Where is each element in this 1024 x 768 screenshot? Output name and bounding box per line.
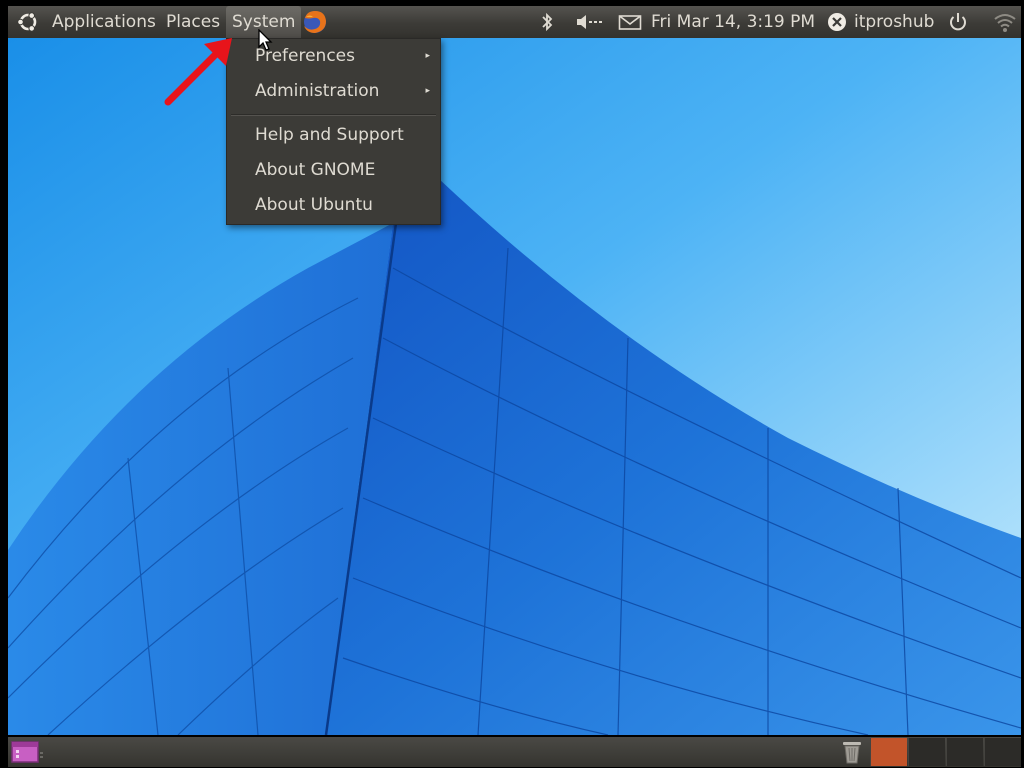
submenu-arrow-icon: ▸ bbox=[425, 86, 430, 96]
menu-item-about-ubuntu[interactable]: About Ubuntu bbox=[227, 188, 440, 222]
menu-item-label: About Ubuntu bbox=[255, 195, 373, 215]
applications-menu[interactable]: Applications bbox=[52, 6, 156, 38]
wallpaper-image bbox=[8, 38, 1021, 735]
annotation-arrow-icon bbox=[164, 38, 232, 106]
workspace-3[interactable] bbox=[946, 738, 983, 766]
bottom-panel bbox=[8, 737, 1021, 767]
clock[interactable]: Fri Mar 14, 3:19 PM bbox=[651, 6, 815, 38]
show-desktop-icon[interactable] bbox=[10, 740, 44, 768]
ubuntu-logo-icon[interactable] bbox=[16, 11, 40, 33]
system-dropdown-menu: Preferences ▸ Administration ▸ Help and … bbox=[226, 38, 441, 225]
volume-icon[interactable] bbox=[575, 11, 605, 33]
screen: Applications Places System Fri Mar 14, 3… bbox=[0, 0, 1024, 768]
submenu-arrow-icon: ▸ bbox=[425, 51, 430, 61]
mouse-pointer-icon bbox=[258, 29, 273, 51]
bluetooth-icon[interactable] bbox=[540, 11, 554, 33]
power-icon[interactable] bbox=[947, 11, 969, 33]
menu-item-label: About GNOME bbox=[255, 160, 376, 180]
menu-separator bbox=[231, 114, 436, 116]
workspace-1[interactable] bbox=[870, 738, 907, 766]
username-label[interactable]: itproshub bbox=[854, 6, 934, 38]
wifi-icon[interactable] bbox=[992, 11, 1018, 33]
desktop-wallpaper[interactable] bbox=[8, 38, 1021, 735]
workspace-4[interactable] bbox=[984, 738, 1021, 766]
workspace-2[interactable] bbox=[908, 738, 945, 766]
menu-item-label: Help and Support bbox=[255, 125, 404, 145]
firefox-icon[interactable] bbox=[301, 9, 329, 33]
trash-icon[interactable] bbox=[840, 739, 864, 768]
menu-item-label: Administration bbox=[255, 81, 380, 101]
menu-item-help-and-support[interactable]: Help and Support bbox=[227, 118, 440, 152]
mail-icon[interactable] bbox=[618, 11, 642, 33]
menu-item-about-gnome[interactable]: About GNOME bbox=[227, 153, 440, 187]
menu-item-administration[interactable]: Administration ▸ bbox=[227, 74, 440, 108]
user-status-icon[interactable] bbox=[826, 11, 848, 33]
workspace-switcher bbox=[870, 738, 1021, 766]
